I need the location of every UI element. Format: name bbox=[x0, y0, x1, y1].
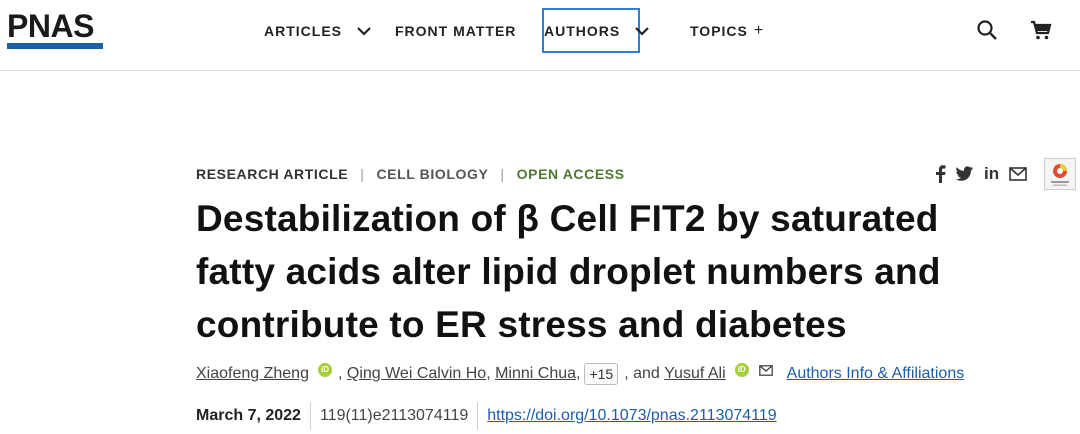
nav-topics-label: TOPICS bbox=[690, 23, 748, 39]
nav-authors[interactable]: AUTHORS bbox=[544, 22, 650, 40]
article-subject[interactable]: CELL BIOLOGY bbox=[376, 166, 488, 182]
plus-icon: + bbox=[753, 22, 765, 39]
author-name[interactable]: Qing Wei Calvin Ho bbox=[347, 365, 486, 383]
site-header: PNAS ARTICLES FRONT MATTER AUTHORS TOPIC… bbox=[0, 0, 1080, 71]
publication-date: March 7, 2022 bbox=[196, 407, 301, 424]
twitter-icon[interactable] bbox=[956, 166, 974, 182]
nav-articles-label: ARTICLES bbox=[264, 23, 342, 39]
citation: 119(11)e2113074119 bbox=[319, 407, 469, 424]
divider bbox=[309, 402, 311, 430]
meta-separator: | bbox=[500, 166, 505, 182]
chevron-down-icon bbox=[357, 27, 371, 36]
publication-info: March 7, 2022 119(11)e2113074119 https:/… bbox=[196, 402, 777, 430]
more-authors-button[interactable]: +15 bbox=[584, 363, 619, 385]
authors-affiliations-link[interactable]: Authors Info & Affiliations bbox=[787, 365, 965, 383]
logo-text: PNAS bbox=[7, 8, 94, 44]
nav-topics[interactable]: TOPICS + bbox=[690, 22, 764, 40]
author-separator: , bbox=[486, 365, 496, 382]
author-separator: , bbox=[576, 365, 581, 382]
article-title: Destabilization of β Cell FIT2 by satura… bbox=[196, 198, 941, 345]
orcid-icon[interactable]: iD bbox=[317, 363, 332, 377]
open-access-label: OPEN ACCESS bbox=[516, 166, 625, 182]
cart-icon[interactable] bbox=[1029, 18, 1053, 42]
pnas-logo[interactable]: PNAS bbox=[7, 10, 103, 49]
nav-authors-label: AUTHORS bbox=[544, 23, 621, 39]
nav-front-matter-label: FRONT MATTER bbox=[395, 23, 517, 39]
author-conjunction: , and bbox=[624, 365, 660, 382]
linkedin-icon[interactable]: in bbox=[984, 164, 999, 184]
author-separator: , bbox=[337, 365, 347, 382]
article-type: RESEARCH ARTICLE bbox=[196, 166, 349, 182]
nav-articles[interactable]: ARTICLES bbox=[264, 22, 372, 40]
divider bbox=[477, 402, 479, 430]
meta-separator: | bbox=[360, 166, 365, 182]
share-bar: in bbox=[934, 164, 1027, 184]
author-name[interactable]: Minni Chua bbox=[495, 365, 576, 383]
crossmark-icon[interactable] bbox=[1044, 158, 1076, 190]
article-meta: RESEARCH ARTICLE | CELL BIOLOGY | OPEN A… bbox=[196, 166, 625, 182]
search-icon[interactable] bbox=[975, 18, 999, 42]
chevron-down-icon bbox=[635, 27, 650, 36]
orcid-icon[interactable]: iD bbox=[734, 363, 749, 377]
nav-front-matter[interactable]: FRONT MATTER bbox=[395, 22, 516, 40]
author-list: Xiaofeng Zheng iD , Qing Wei Calvin Ho ,… bbox=[196, 363, 964, 385]
doi-link[interactable]: https://doi.org/10.1073/pnas.2113074119 bbox=[487, 407, 776, 425]
facebook-icon[interactable] bbox=[934, 165, 946, 183]
email-icon[interactable] bbox=[1009, 167, 1027, 181]
author-name[interactable]: Xiaofeng Zheng bbox=[196, 365, 309, 383]
corresponding-author-email-icon[interactable] bbox=[758, 364, 773, 376]
author-name[interactable]: Yusuf Ali bbox=[664, 365, 725, 383]
